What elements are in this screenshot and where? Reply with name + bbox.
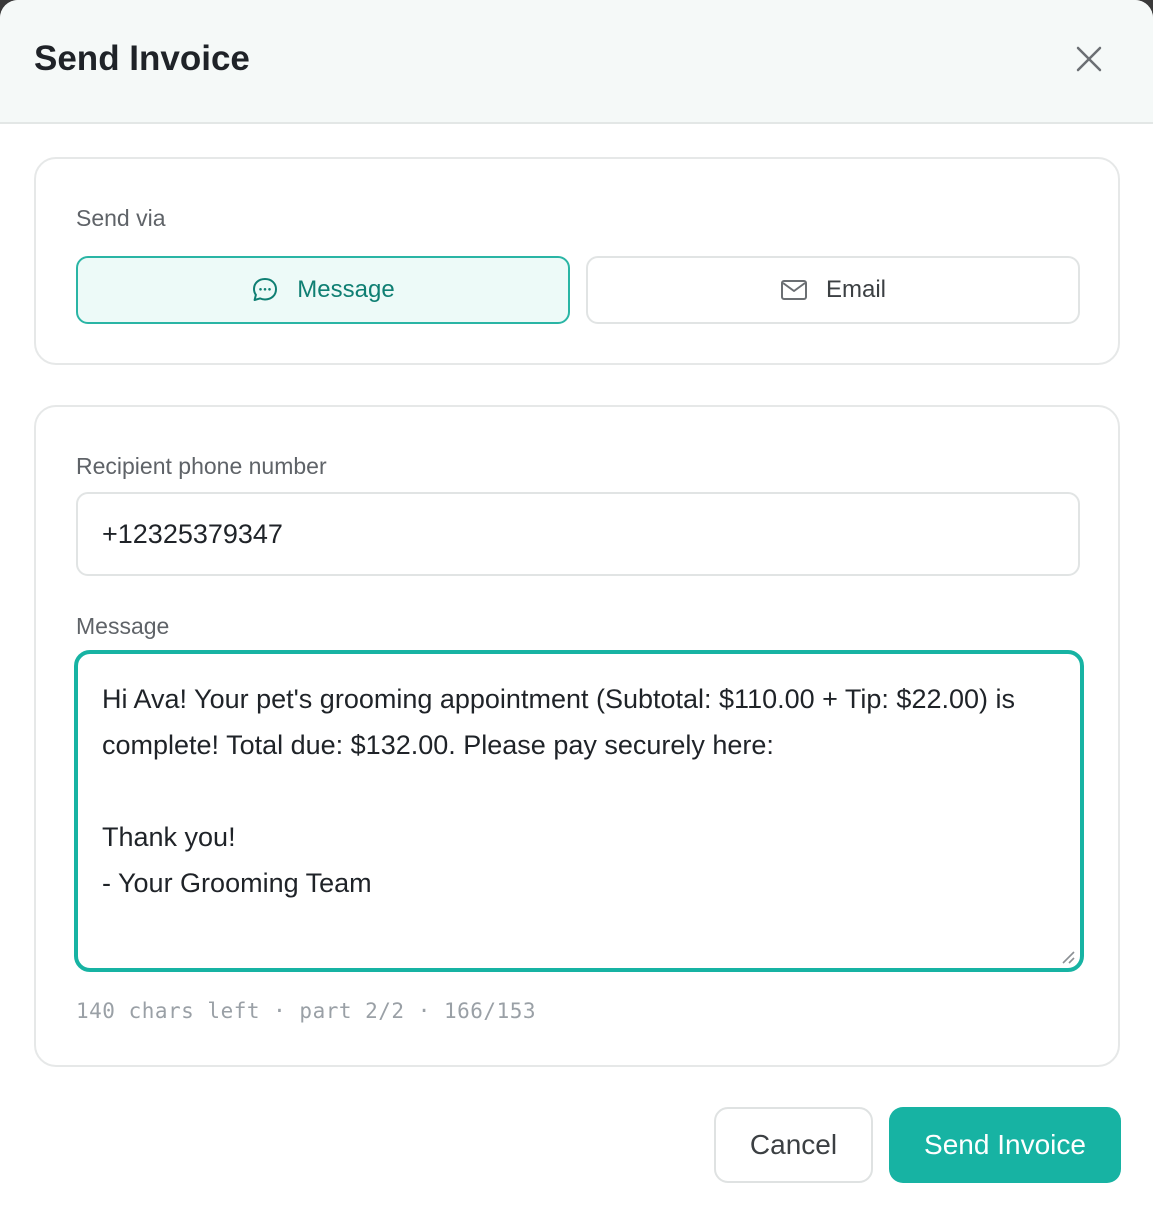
resize-handle-icon[interactable]: [1060, 949, 1076, 965]
send-invoice-dialog: Send Invoice Send via Message Email Reci…: [0, 0, 1153, 1206]
dialog-header: Send Invoice: [0, 0, 1153, 124]
send-invoice-button[interactable]: Send Invoice: [889, 1107, 1121, 1183]
recipient-phone-input[interactable]: [76, 492, 1080, 576]
message-details-card: Recipient phone number Message Hi Ava! Y…: [34, 405, 1120, 1067]
message-label: Message: [76, 613, 170, 639]
envelope-icon: [780, 278, 808, 302]
send-via-card: Send via Message Email: [34, 157, 1120, 365]
send-via-email-button[interactable]: Email: [586, 256, 1080, 324]
email-option-label: Email: [825, 276, 886, 303]
dialog-title: Send Invoice: [34, 39, 250, 78]
close-button[interactable]: [1064, 36, 1114, 82]
close-icon: [1076, 46, 1102, 72]
cancel-button[interactable]: Cancel: [714, 1107, 873, 1183]
send-via-message-button[interactable]: Message: [76, 256, 570, 324]
message-textarea[interactable]: Hi Ava! Your pet's grooming appointment …: [74, 650, 1084, 972]
recipient-phone-label: Recipient phone number: [76, 453, 327, 479]
message-option-label: Message: [297, 276, 395, 303]
chat-bubble-icon: [251, 276, 279, 304]
character-counter: 140 chars left · part 2/2 · 166/153: [76, 999, 537, 1023]
send-via-label: Send via: [76, 205, 166, 231]
